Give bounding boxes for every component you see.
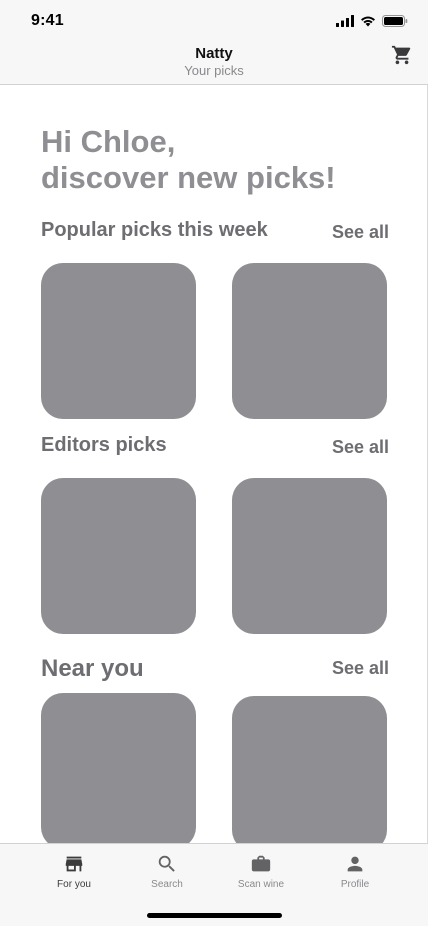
popular-pick-card[interactable] xyxy=(41,263,196,419)
app-screen: 9:41 Natty Your picks Hi Chloe, discover… xyxy=(0,0,428,926)
section-title-near-you: Near you xyxy=(41,655,144,682)
wifi-icon xyxy=(361,16,375,27)
battery-icon xyxy=(382,15,408,27)
see-all-editors-button[interactable]: See all xyxy=(332,437,389,458)
tab-label: Scan wine xyxy=(237,879,285,890)
status-icons xyxy=(336,15,408,27)
greeting-heading: Hi Chloe, discover new picks! xyxy=(41,124,336,196)
greeting-line-1: Hi Chloe, xyxy=(41,124,176,159)
cellular-signal-icon xyxy=(336,15,354,27)
cart-icon[interactable] xyxy=(391,44,413,66)
see-all-near-you-button[interactable]: See all xyxy=(332,658,389,679)
page-subtitle: Your picks xyxy=(184,63,244,78)
tab-label: Search xyxy=(151,879,183,890)
search-icon xyxy=(158,855,175,872)
briefcase-icon xyxy=(251,855,271,872)
person-icon xyxy=(347,856,363,872)
page-title: Natty xyxy=(195,45,233,62)
tab-label: For you xyxy=(57,879,91,890)
popular-pick-card[interactable] xyxy=(232,263,387,419)
see-all-popular-button[interactable]: See all xyxy=(332,222,389,243)
tab-label: Profile xyxy=(340,879,370,890)
section-title-popular: Popular picks this week xyxy=(41,219,268,241)
greeting-line-2: discover new picks! xyxy=(41,160,336,195)
near-you-card[interactable] xyxy=(232,696,387,852)
editors-pick-card[interactable] xyxy=(232,478,387,634)
near-you-card[interactable] xyxy=(41,693,196,849)
home-indicator[interactable] xyxy=(147,913,282,918)
section-title-editors: Editors picks xyxy=(41,434,167,456)
storefront-icon xyxy=(65,856,83,872)
status-time: 9:41 xyxy=(31,12,64,29)
status-bar: 9:41 xyxy=(0,0,428,44)
navigation-bar: Natty Your picks xyxy=(0,44,428,85)
editors-pick-card[interactable] xyxy=(41,478,196,634)
